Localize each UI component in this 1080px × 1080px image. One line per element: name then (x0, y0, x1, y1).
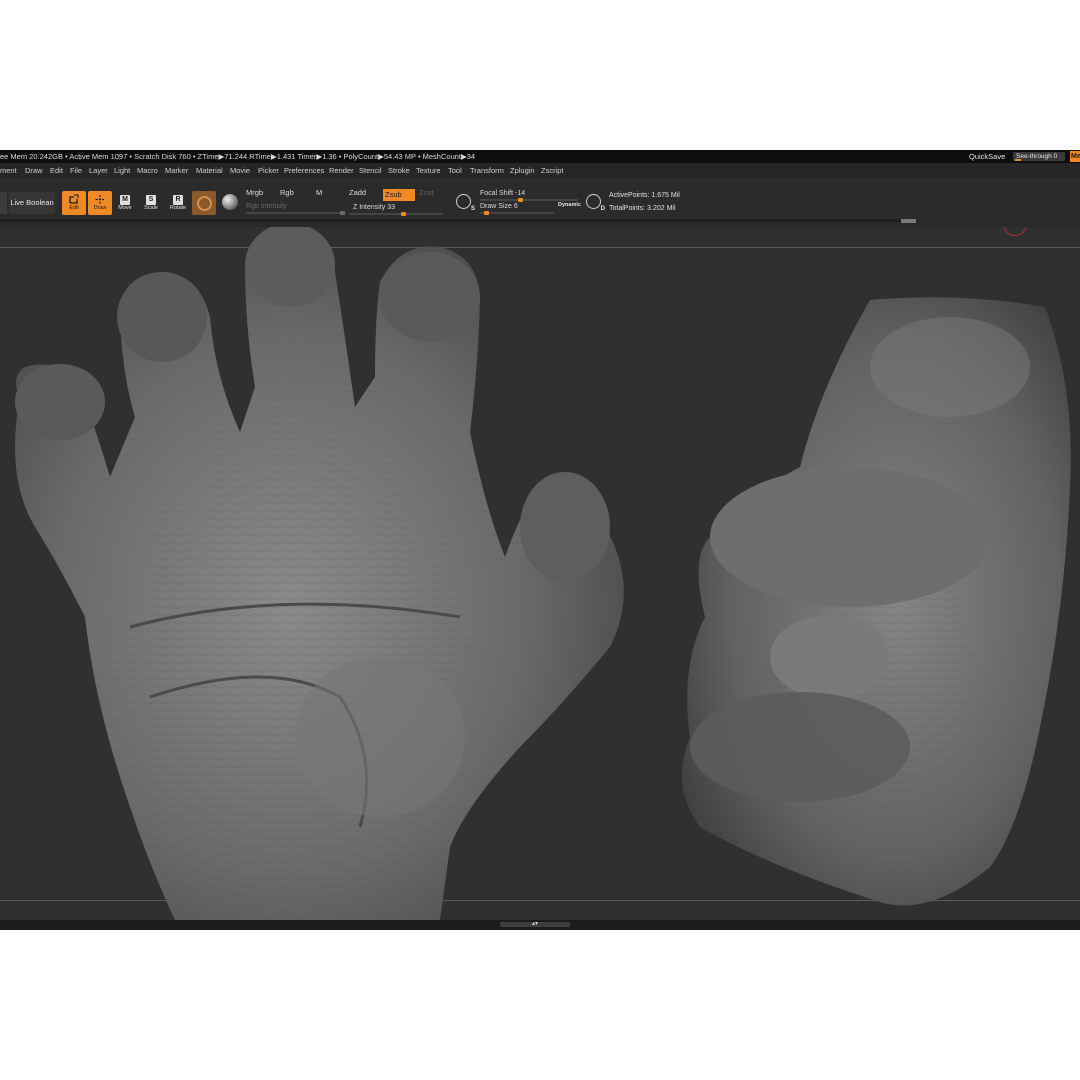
zsub-toggle[interactable]: Zsub (383, 189, 415, 201)
menu-item-edit[interactable]: Edit (50, 163, 63, 178)
open-hand-skin-texture (15, 227, 624, 920)
move-button[interactable]: M Move (113, 191, 137, 215)
menu-item-picker[interactable]: Picker (258, 163, 279, 178)
rgb-intensity-slider[interactable] (246, 211, 346, 215)
scale-icon: S (146, 195, 156, 205)
rgb-intensity-knob[interactable] (340, 211, 345, 215)
ring-fingertip (117, 272, 207, 362)
see-through-label: See-through 0 (1016, 153, 1058, 160)
menu-item-zplugin[interactable]: Zplugin (510, 163, 535, 178)
menu-item-stencil[interactable]: Stencil (359, 163, 382, 178)
menu-item-marker[interactable]: Marker (165, 163, 188, 178)
shelf-scroll-thumb[interactable] (901, 219, 916, 223)
draw-size-slider[interactable] (480, 211, 554, 215)
menu-item-file[interactable]: File (70, 163, 82, 178)
menu-item-light[interactable]: Light (114, 163, 130, 178)
fist-thumb (710, 467, 990, 607)
menu-item-preferences[interactable]: Preferences (284, 163, 324, 178)
m-toggle[interactable]: M (316, 188, 322, 197)
see-through-tick (1015, 159, 1021, 161)
thumb-tip (520, 472, 610, 582)
scale-label: Scale (144, 205, 158, 211)
mrgb-toggle[interactable]: Mrgb (246, 188, 263, 197)
draw-size-icon[interactable]: D (586, 194, 605, 212)
rgb-intensity-label: Rgb Intensity (246, 203, 287, 210)
see-through-slider[interactable]: See-through 0 (1013, 152, 1065, 161)
menu-item-macro[interactable]: Macro (137, 163, 158, 178)
fist-lower-fingers (690, 692, 910, 802)
live-boolean-button[interactable]: Live Boolean (9, 192, 55, 214)
rotate-button[interactable]: R Rotate (166, 191, 190, 215)
draw-size-knob[interactable] (484, 211, 489, 215)
menu-bar: ment Draw Edit File Layer Light Macro Ma… (0, 163, 1080, 178)
draw-button[interactable]: Draw (88, 191, 112, 215)
fist-curled-finger (770, 615, 890, 699)
matcap-sphere-icon[interactable] (222, 194, 238, 210)
menu-item-texture[interactable]: Texture (416, 163, 441, 178)
menu-item-stroke[interactable]: Stroke (388, 163, 410, 178)
menu-item-transform[interactable]: Transform (470, 163, 504, 178)
material-swatch-icon[interactable] (192, 191, 216, 215)
focal-shift-label: Focal Shift -14 (480, 190, 526, 197)
focal-shift-slider[interactable] (480, 198, 578, 202)
viewport-canvas[interactable] (0, 227, 1080, 920)
fist-wrist-top (870, 317, 1030, 417)
edit-icon (69, 194, 79, 204)
total-points-readout: TotalPoints: 3.202 Mil (609, 205, 676, 212)
move-label: Move (118, 205, 132, 211)
focal-shift-knob[interactable] (518, 198, 523, 202)
menu-item-material[interactable]: Material (196, 163, 223, 178)
bottom-tray-handle-icon[interactable]: ▴▾ (500, 921, 570, 927)
index-fingertip (380, 252, 480, 342)
move-icon: M (120, 195, 130, 205)
toolbar: Live Boolean Edit Draw M Move S Scale R … (0, 178, 1080, 224)
menu-item-render[interactable]: Render (329, 163, 354, 178)
menu-item-zscript[interactable]: Zscript (541, 163, 564, 178)
focal-shift-icon[interactable]: S (456, 194, 475, 212)
status-bar: ee Mem 20.242GB • Active Mem 1097 • Scra… (0, 150, 1080, 163)
bottom-tray-bar: ▴▾ (0, 920, 1080, 930)
z-intensity-knob[interactable] (401, 212, 406, 216)
open-hand-model (15, 227, 624, 920)
quicksave-button[interactable]: QuickSave (969, 150, 1005, 163)
rotate-icon: R (173, 195, 183, 205)
edit-label: Edit (69, 205, 79, 211)
rgb-toggle[interactable]: Rgb (280, 188, 294, 197)
zcut-toggle[interactable]: Zcut (419, 188, 434, 197)
toolbar-left-edge (0, 192, 7, 214)
menu-item-draw[interactable]: Draw (25, 163, 43, 178)
pinky-fingertip (15, 364, 105, 440)
zadd-toggle[interactable]: Zadd (349, 188, 366, 197)
rotate-label: Rotate (169, 205, 187, 211)
memory-stats: ee Mem 20.242GB • Active Mem 1097 • Scra… (0, 152, 476, 161)
zbrush-window: ee Mem 20.242GB • Active Mem 1097 • Scra… (0, 150, 1080, 930)
z-intensity-label: Z Intensity 33 (353, 204, 396, 211)
sculpt-viewport (15, 227, 1071, 920)
menu-item-movie[interactable]: Movie (230, 163, 250, 178)
draw-size-label: Draw Size 6 (480, 203, 518, 210)
shelf-scroll-track[interactable] (0, 219, 916, 222)
focal-shift-tag: S (470, 206, 475, 212)
edit-button[interactable]: Edit (62, 191, 86, 215)
menu-item-tool[interactable]: Tool (448, 163, 462, 178)
menu-item-alert[interactable]: ment (0, 163, 17, 178)
menus-toggle-button[interactable]: Me (1070, 151, 1080, 162)
draw-icon (95, 195, 105, 204)
fist-model (682, 297, 1071, 906)
active-points-readout: ActivePoints: 1.675 Mil (609, 192, 680, 199)
thenar-pad (295, 657, 465, 817)
scale-button[interactable]: S Scale (139, 191, 163, 215)
menu-item-layer[interactable]: Layer (89, 163, 108, 178)
z-intensity-slider[interactable] (349, 212, 443, 216)
dynamic-toggle[interactable]: Dynamic (558, 202, 581, 208)
draw-label: Draw (93, 205, 107, 211)
draw-size-tag: D (600, 206, 605, 212)
